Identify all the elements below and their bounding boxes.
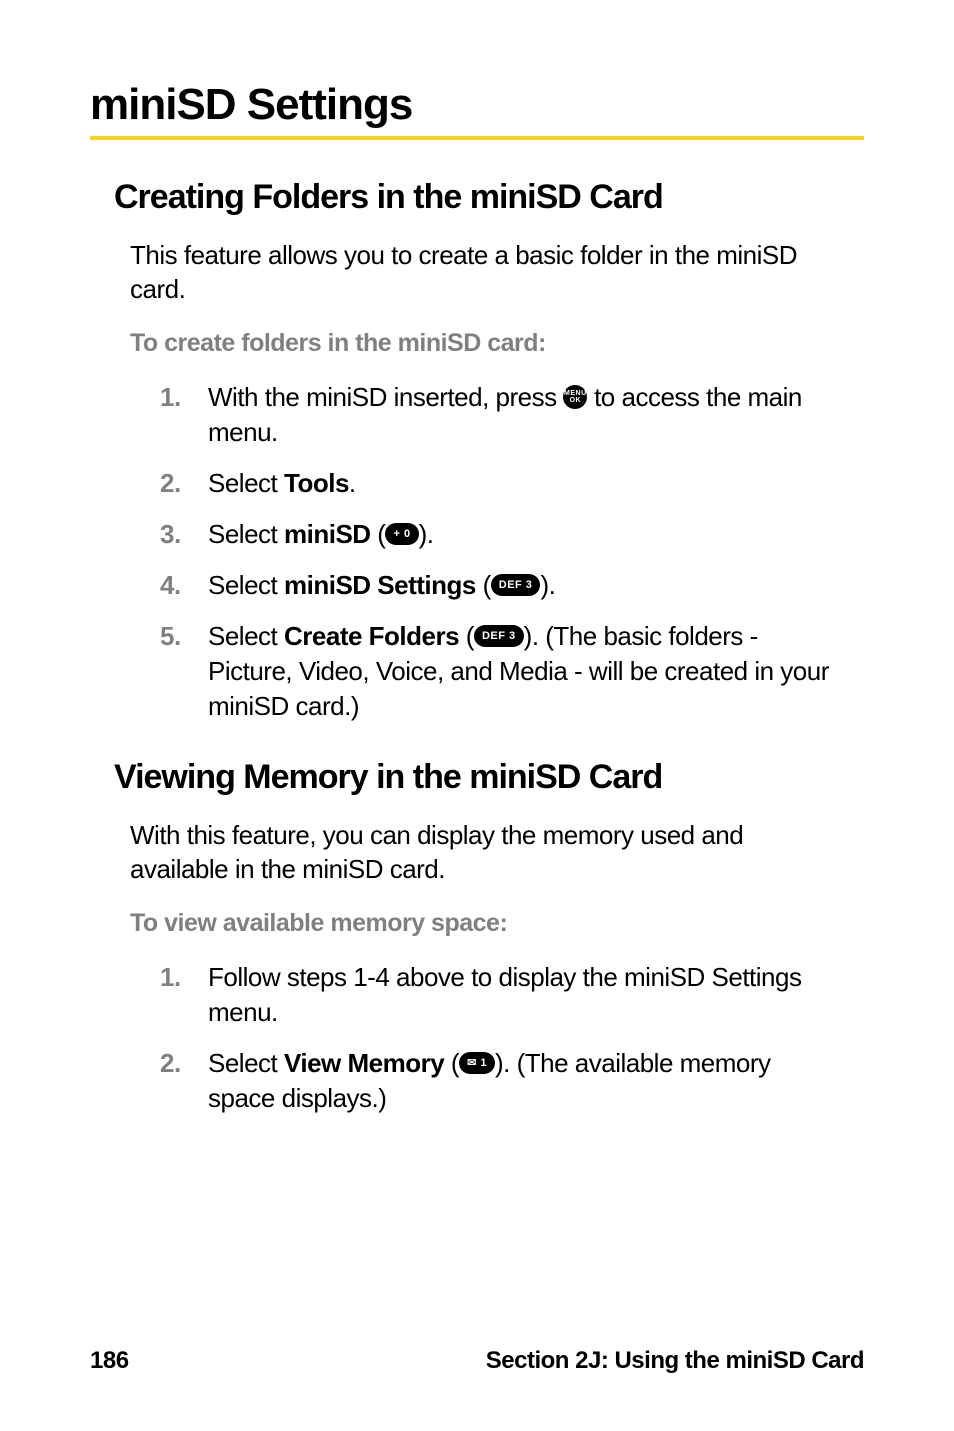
section1-subhead: To create folders in the miniSD card: [130, 329, 864, 358]
section1-steps: 1. With the miniSD inserted, press MENU … [160, 380, 844, 725]
step-text: Select [208, 570, 284, 600]
list-item: 2. Select Tools. [160, 466, 844, 501]
section2-steps: 1. Follow steps 1-4 above to display the… [160, 960, 844, 1116]
step-text: Select [208, 468, 284, 498]
step-text: With the miniSD inserted, press [208, 382, 563, 412]
menu-ok-key-icon: MENU OK [563, 385, 587, 409]
list-item: 4. Select miniSD Settings (DEF 3). [160, 568, 844, 603]
step-text: ). [419, 519, 434, 549]
section1-intro: This feature allows you to create a basi… [130, 239, 844, 307]
step-body: Follow steps 1-4 above to display the mi… [208, 960, 844, 1030]
step-number: 3. [160, 517, 208, 552]
step-bold: Tools [284, 468, 349, 498]
step-text: ( [459, 621, 474, 651]
three-key-icon: DEF 3 [474, 625, 524, 647]
list-item: 2. Select View Memory (✉ 1). (The availa… [160, 1046, 844, 1116]
step-text: Select [208, 1048, 284, 1078]
three-key-icon: DEF 3 [491, 574, 541, 596]
step-number: 1. [160, 960, 208, 1030]
step-bold: miniSD [284, 519, 371, 549]
step-text: Select [208, 519, 284, 549]
one-key-icon: ✉ 1 [459, 1052, 495, 1074]
step-number: 2. [160, 1046, 208, 1116]
step-body: Select Create Folders (DEF 3). (The basi… [208, 619, 844, 724]
list-item: 3. Select miniSD (+ 0). [160, 517, 844, 552]
step-body: Select miniSD (+ 0). [208, 517, 844, 552]
page-title: miniSD Settings [90, 80, 864, 140]
step-number: 2. [160, 466, 208, 501]
list-item: 1. Follow steps 1-4 above to display the… [160, 960, 844, 1030]
step-text: . [349, 468, 356, 498]
step-body: Select Tools. [208, 466, 844, 501]
section-heading-creating: Creating Folders in the miniSD Card [114, 178, 864, 217]
list-item: 5. Select Create Folders (DEF 3). (The b… [160, 619, 844, 724]
section-label: Section 2J: Using the miniSD Card [486, 1347, 864, 1375]
page-footer: 186 Section 2J: Using the miniSD Card [90, 1347, 864, 1375]
step-bold: Create Folders [284, 621, 459, 651]
step-bold: View Memory [284, 1048, 444, 1078]
step-text: ). [540, 570, 555, 600]
step-body: Select View Memory (✉ 1). (The available… [208, 1046, 844, 1116]
step-text: ( [371, 519, 386, 549]
step-body: Select miniSD Settings (DEF 3). [208, 568, 844, 603]
list-item: 1. With the miniSD inserted, press MENU … [160, 380, 844, 450]
zero-key-icon: + 0 [385, 523, 418, 545]
step-number: 1. [160, 380, 208, 450]
section2-intro: With this feature, you can display the m… [130, 819, 844, 887]
step-number: 5. [160, 619, 208, 724]
page-number: 186 [90, 1347, 129, 1375]
step-number: 4. [160, 568, 208, 603]
step-bold: miniSD Settings [284, 570, 476, 600]
step-text: Select [208, 621, 284, 651]
step-body: With the miniSD inserted, press MENU OK … [208, 380, 844, 450]
section-heading-viewing: Viewing Memory in the miniSD Card [114, 758, 864, 797]
section2-subhead: To view available memory space: [130, 909, 864, 938]
step-text: ( [444, 1048, 459, 1078]
step-text: ( [476, 570, 491, 600]
